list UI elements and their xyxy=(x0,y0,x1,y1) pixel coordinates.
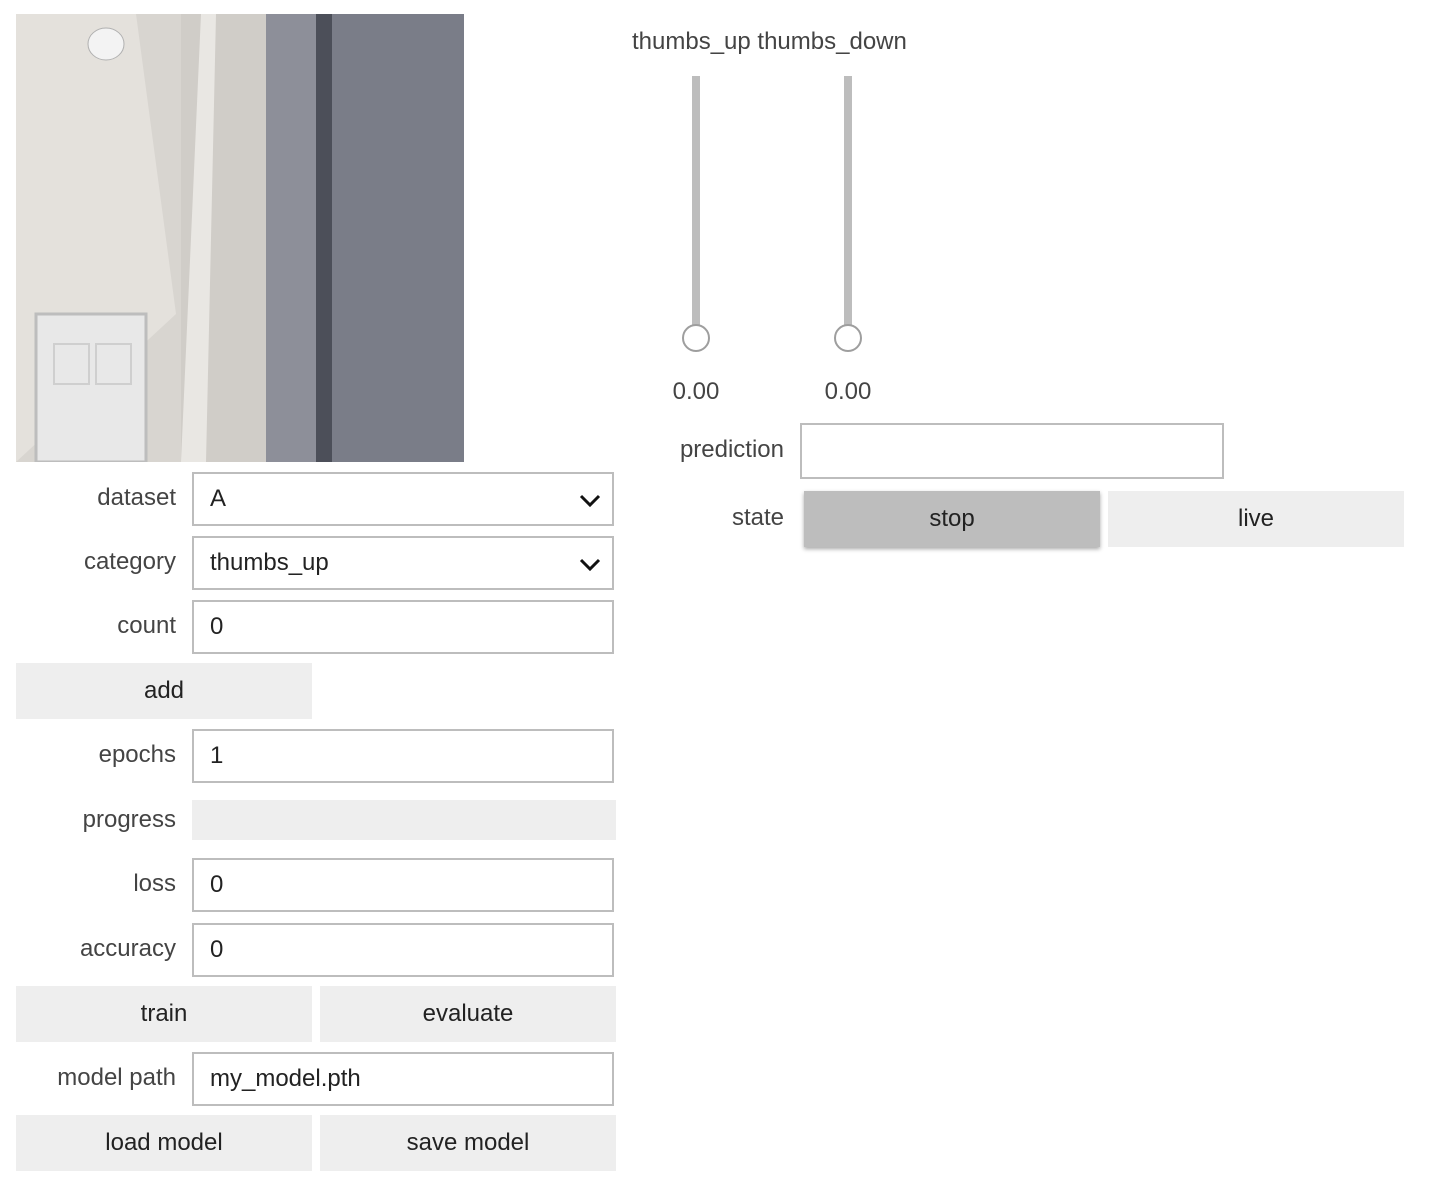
category-label: category xyxy=(83,548,176,575)
count-label: count xyxy=(117,612,176,639)
camera-preview xyxy=(16,14,464,462)
chevron-down-icon xyxy=(579,558,601,572)
thumbs-down-slider-handle[interactable] xyxy=(834,324,862,352)
progress-bar xyxy=(192,800,616,840)
accuracy-field[interactable]: 0 xyxy=(192,923,614,977)
prediction-label: prediction xyxy=(679,436,784,463)
loss-field[interactable]: 0 xyxy=(192,858,614,912)
state-label: state xyxy=(731,504,784,531)
thumbs-down-value: 0.00 xyxy=(824,378,872,405)
thumbs-up-value: 0.00 xyxy=(672,378,720,405)
epochs-field[interactable]: 1 xyxy=(192,729,614,783)
dataset-label: dataset xyxy=(97,484,176,511)
category-value: thumbs_up xyxy=(210,549,329,576)
epochs-label: epochs xyxy=(98,741,176,768)
save-model-button[interactable]: save model xyxy=(320,1115,616,1171)
thumbs-down-slider-track[interactable] xyxy=(844,76,852,338)
live-button[interactable]: live xyxy=(1108,491,1404,547)
stop-button[interactable]: stop xyxy=(804,491,1100,547)
thumbs-up-slider-track[interactable] xyxy=(692,76,700,338)
add-button[interactable]: add xyxy=(16,663,312,719)
loss-label: loss xyxy=(133,870,176,897)
prediction-field[interactable] xyxy=(800,423,1224,479)
camera-image xyxy=(16,14,464,462)
model-path-field[interactable]: my_model.pth xyxy=(192,1052,614,1106)
evaluate-button[interactable]: evaluate xyxy=(320,986,616,1042)
count-field[interactable]: 0 xyxy=(192,600,614,654)
progress-label: progress xyxy=(82,806,176,833)
load-model-button[interactable]: load model xyxy=(16,1115,312,1171)
slider-header: thumbs_up thumbs_down xyxy=(632,28,907,55)
model-path-label: model path xyxy=(57,1064,176,1091)
category-select[interactable]: thumbs_up xyxy=(192,536,614,590)
thumbs-up-slider-handle[interactable] xyxy=(682,324,710,352)
train-button[interactable]: train xyxy=(16,986,312,1042)
accuracy-label: accuracy xyxy=(79,935,176,962)
dataset-select[interactable]: A xyxy=(192,472,614,526)
dataset-value: A xyxy=(210,485,227,512)
chevron-down-icon xyxy=(579,494,601,508)
